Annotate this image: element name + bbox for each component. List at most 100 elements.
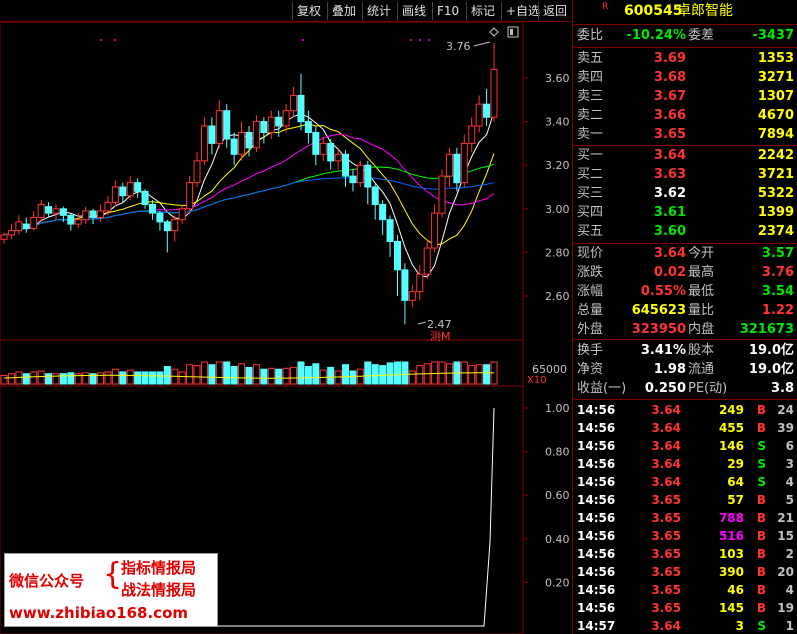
- ask-volume: 3271: [757, 70, 794, 85]
- fundamental-row: 换手 3.41% 股本 19.0亿: [573, 342, 797, 360]
- restore-rights-button[interactable]: 复权: [292, 2, 325, 20]
- tick-count: 2: [785, 547, 794, 561]
- volume-bar: [37, 370, 45, 385]
- f10-button[interactable]: F10: [432, 2, 463, 20]
- fund-value: 3.8: [770, 381, 794, 396]
- tick-time: 14:56: [577, 547, 616, 561]
- volume-bar: [104, 371, 112, 385]
- candle-body: [416, 273, 424, 293]
- candle-body: [267, 116, 275, 133]
- volume-bar: [97, 372, 105, 385]
- volume-bar: [126, 369, 134, 385]
- volume-bar: [445, 363, 453, 385]
- high-price-label: 3.76: [446, 40, 471, 53]
- stat-label: 涨跌: [577, 265, 604, 280]
- tick-count: 1: [785, 619, 794, 633]
- ask-price: 3.66: [653, 108, 686, 123]
- tick-row: 14:56 3.65 57 B 5: [573, 491, 797, 509]
- signal-dot: [428, 39, 430, 41]
- volume-bar: [22, 373, 30, 385]
- tick-price: 3.64: [651, 619, 681, 633]
- wc-value: -3437: [752, 28, 794, 43]
- candle-body: [230, 138, 238, 155]
- mark-button[interactable]: 标记: [466, 2, 499, 20]
- ask-level-row: 卖二 3.66 4670: [573, 107, 797, 125]
- candle-body: [371, 186, 379, 205]
- chart-markers: [100, 39, 491, 325]
- tick-side: S: [757, 439, 766, 453]
- tick-price: 3.64: [651, 421, 681, 435]
- stat-value: 0.55%: [640, 284, 686, 299]
- tick-time: 14:56: [577, 421, 616, 435]
- candle-body: [364, 164, 372, 188]
- stat-label: 现价: [577, 246, 604, 261]
- stat-label: 今开: [688, 246, 715, 261]
- stat-row: 现价 3.64 今开 3.57: [573, 245, 797, 263]
- tick-row: 14:56 3.65 788 B 21: [573, 509, 797, 527]
- candle-body: [171, 219, 179, 232]
- volume-unit-label: X10: [527, 375, 547, 386]
- quote-panel: R 600545 卓郎智能 委比 -10.24% 委差 -3437 卖五 3.69…: [572, 0, 797, 634]
- low-pointer: [417, 321, 427, 325]
- candle-body: [156, 212, 164, 223]
- bid-label: 买五: [577, 224, 604, 239]
- volume-bar: [483, 364, 491, 385]
- volume-bar: [200, 361, 208, 385]
- fund-value: 19.0亿: [748, 362, 794, 377]
- volume-bar: [163, 366, 171, 385]
- volume-bar: [416, 365, 424, 385]
- candle-body: [52, 208, 60, 214]
- draw-line-button[interactable]: 画线: [397, 2, 430, 20]
- tick-time: 14:56: [577, 457, 616, 471]
- fund-label: PE(动): [688, 381, 728, 396]
- tick-side: B: [756, 511, 766, 525]
- stat-row: 外盘 323950 内盘 321673: [573, 321, 797, 339]
- candle-body: [37, 203, 45, 219]
- watermark-line1: 指标情报局: [121, 559, 197, 577]
- wc-label: 委差: [688, 28, 715, 43]
- candle-body: [0, 234, 8, 240]
- candle-body: [111, 186, 119, 203]
- candle-body: [223, 110, 231, 140]
- candle-body: [327, 142, 335, 162]
- candle-body: [438, 175, 446, 214]
- tick-side: S: [757, 475, 766, 489]
- volume-bar: [156, 371, 164, 385]
- stat-value: 3.54: [761, 284, 794, 299]
- stat-label: 最高: [688, 265, 715, 280]
- candle-body: [15, 221, 23, 232]
- tick-price: 3.64: [651, 439, 681, 453]
- volume-bar: [468, 365, 476, 385]
- tick-volume: 516: [718, 529, 744, 543]
- bid-label: 买二: [577, 167, 604, 182]
- diamond-icon[interactable]: [489, 27, 499, 37]
- ask-price: 3.67: [653, 89, 686, 104]
- panel-toggle-icon[interactable]: [507, 26, 519, 38]
- stat-label: 内盘: [688, 322, 715, 337]
- bid-level-row: 买二 3.63 3721: [573, 166, 797, 184]
- volume-bar: [30, 371, 38, 385]
- price-tick-label: 2.60: [545, 290, 570, 303]
- candle-body: [334, 153, 342, 162]
- candle-body: [89, 210, 97, 219]
- volume-bar: [252, 364, 260, 385]
- bid-label: 买四: [577, 205, 604, 220]
- fund-label: 收益(一): [577, 381, 627, 396]
- ask-price: 3.65: [653, 127, 686, 142]
- candle-body: [445, 153, 453, 177]
- tick-row: 14:56 3.65 145 B 19: [573, 599, 797, 617]
- candle-body: [393, 241, 401, 271]
- back-button[interactable]: 返回: [538, 2, 571, 20]
- statistics-button[interactable]: 统计: [362, 2, 395, 20]
- tick-price: 3.64: [651, 457, 681, 471]
- candle-body: [342, 153, 350, 177]
- bid-price: 3.63: [653, 167, 686, 182]
- candle-body: [193, 160, 201, 184]
- stat-label: 量比: [688, 303, 715, 318]
- kline-chart[interactable]: 3.60 3.40 3.20 3.00 2.80 2.60 1.00 0.80 0.60 0.40…: [0, 22, 571, 634]
- bid-price: 3.64: [653, 148, 686, 163]
- volume-bar: [475, 364, 483, 385]
- tick-time: 14:56: [577, 529, 616, 543]
- candle-body: [82, 210, 90, 221]
- overlay-button[interactable]: 叠加: [327, 2, 360, 20]
